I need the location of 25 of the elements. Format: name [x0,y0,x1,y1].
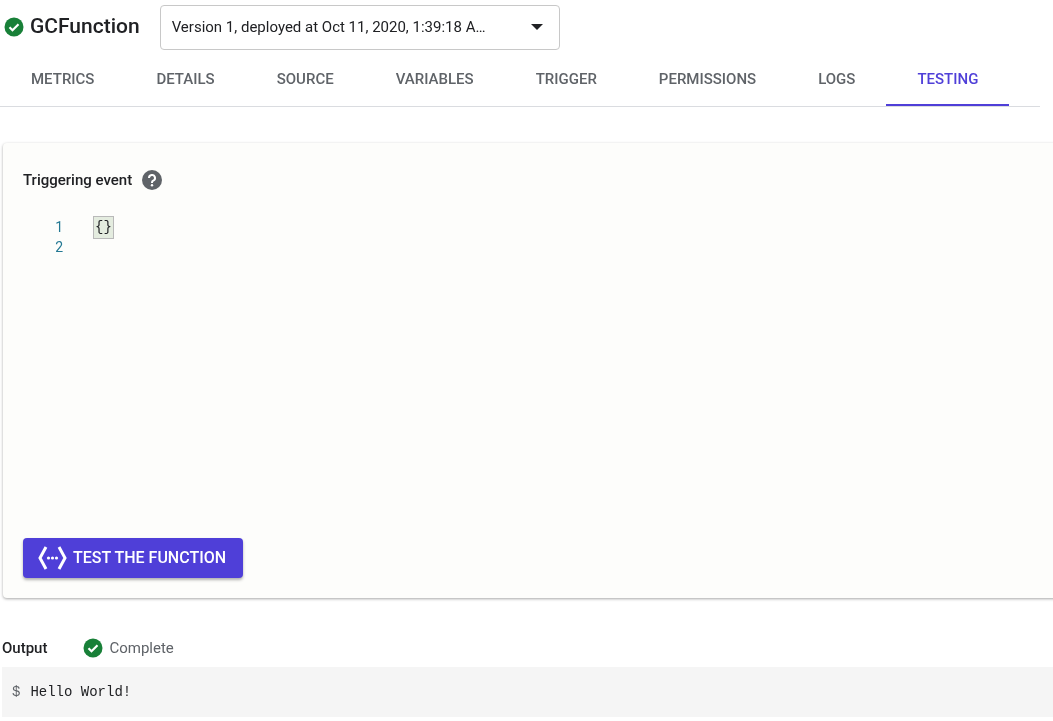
output-text: Hello World! [30,682,132,702]
success-check-icon [4,17,24,37]
version-select[interactable]: Version 1, deployed at Oct 11, 2020, 1:39:18 A… [159,4,560,50]
complete-check-icon [83,638,104,658]
caret-icon [530,24,543,30]
tab[interactable]: VARIABLES [364,54,505,106]
prompt-symbol: $ [12,682,21,702]
output-label: Output [2,637,48,659]
test-function-button[interactable]: TEST THE FUNCTION [23,538,243,578]
code-editor[interactable]: 1 {} 2 [23,211,1023,538]
tab[interactable]: METRICS [0,54,126,106]
help-icon[interactable] [142,170,163,191]
code-text: {} [93,216,114,239]
tab[interactable]: TESTING [886,54,1010,106]
triggering-event-label: Triggering event [23,170,133,191]
line-number: 1 [54,218,63,237]
tab[interactable]: DETAILS [125,54,246,106]
tab[interactable]: LOGS [787,54,887,106]
status-text: Complete [109,637,174,659]
function-title: GCFunction [30,13,140,41]
tab[interactable]: TRIGGER [504,54,628,106]
tab[interactable]: PERMISSIONS [627,54,788,106]
function-brackets-icon [38,545,67,571]
line-number: 2 [54,238,63,257]
tab[interactable]: SOURCE [245,54,365,106]
